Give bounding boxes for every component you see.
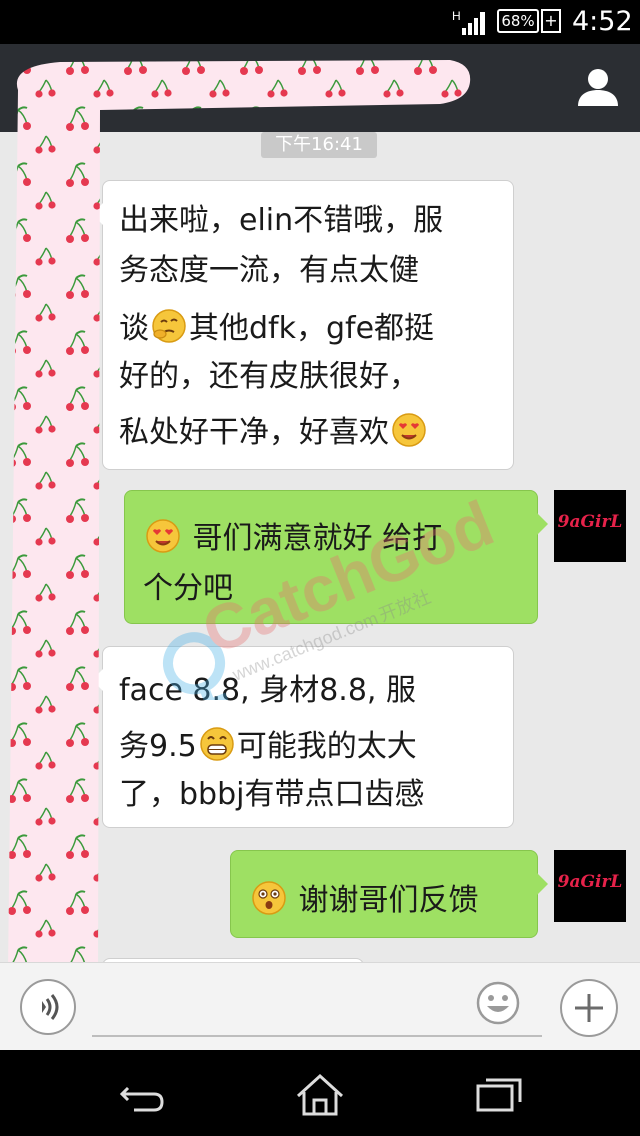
message-line: 好的，还有皮肤很好， — [119, 359, 419, 394]
voice-icon — [42, 994, 59, 1020]
message-text: 哥们满意就好 给打 — [192, 521, 443, 556]
message-line: 了，bbbj有带点口齿感 — [119, 777, 425, 812]
heart-eyes-face-icon — [146, 519, 180, 553]
message-text: 务9.5 — [119, 729, 197, 764]
message-line: 谈 其他dfk，gfe都挺 — [119, 303, 434, 347]
plus-icon — [575, 994, 603, 1022]
status-bar: H 68% + 4:52 — [0, 0, 640, 44]
message-line: 私处好干净，好喜欢 — [119, 407, 429, 451]
message-input-bar — [0, 962, 640, 1051]
outgoing-message-bubble[interactable]: 哥们满意就好 给打 个分吧 — [124, 490, 548, 624]
message-line: 个分吧 — [143, 571, 233, 606]
person-icon[interactable] — [572, 62, 624, 114]
recents-icon[interactable] — [468, 1070, 528, 1118]
message-line: 务态度一流，有点太健 — [119, 253, 419, 288]
grinning-face-icon — [199, 727, 234, 761]
incoming-message-bubble[interactable]: 出来啦，elin不错哦，服 务态度一流，有点太健 谈 其他dfk，gfe都挺 好… — [92, 180, 514, 470]
surprised-face-icon — [252, 881, 286, 915]
message-line: 务9.5 可能我的太大 — [119, 721, 417, 765]
message-text: 可能我的太大 — [236, 729, 417, 764]
voice-button[interactable] — [20, 979, 76, 1035]
avatar[interactable]: 9aGirL — [554, 850, 626, 922]
chat-titlebar — [0, 44, 640, 132]
message-text: 私处好干净，好喜欢 — [119, 415, 389, 450]
message-line: face 8.8, 身材8.8, 服 — [119, 673, 416, 708]
message-timestamp: 下午16:41 — [261, 132, 377, 158]
outgoing-message-bubble[interactable]: 谢谢哥们反馈 — [230, 850, 548, 938]
smiley-icon[interactable] — [476, 981, 520, 1025]
signal-icon: H — [452, 9, 485, 35]
message-text: 谢谢哥们反馈 — [298, 883, 479, 918]
message-text: 谈 — [119, 311, 149, 346]
incoming-message-bubble[interactable]: face 8.8, 身材8.8, 服 务9.5 可能我的太大 了，bbbj有带点… — [92, 646, 514, 828]
message-line: 哥们满意就好 给打 — [143, 513, 442, 557]
heart-eyes-face-icon — [392, 413, 426, 447]
back-icon[interactable] — [112, 1070, 172, 1118]
svg-text:H: H — [452, 9, 461, 23]
chat-area[interactable]: 下午16:41 出来啦，elin不错哦，服 务态度一流，有点太健 谈 其他dfk… — [0, 132, 640, 962]
message-line: 谢谢哥们反馈 — [249, 875, 479, 919]
charging-icon: + — [541, 9, 561, 33]
message-input[interactable] — [92, 985, 542, 1037]
avatar[interactable]: 9aGirL — [554, 490, 626, 562]
avatar-label: 9aGirL — [557, 512, 623, 532]
navigation-bar — [0, 1050, 640, 1136]
message-line: 出来啦，elin不错哦，服 — [119, 203, 444, 238]
status-time: 4:52 — [572, 6, 633, 37]
thinking-face-icon — [152, 309, 186, 343]
avatar-label: 9aGirL — [557, 872, 623, 892]
message-text: 其他dfk，gfe都挺 — [189, 311, 435, 346]
battery-indicator: 68% — [497, 9, 539, 33]
more-button[interactable] — [560, 979, 618, 1037]
home-icon[interactable] — [290, 1070, 350, 1118]
